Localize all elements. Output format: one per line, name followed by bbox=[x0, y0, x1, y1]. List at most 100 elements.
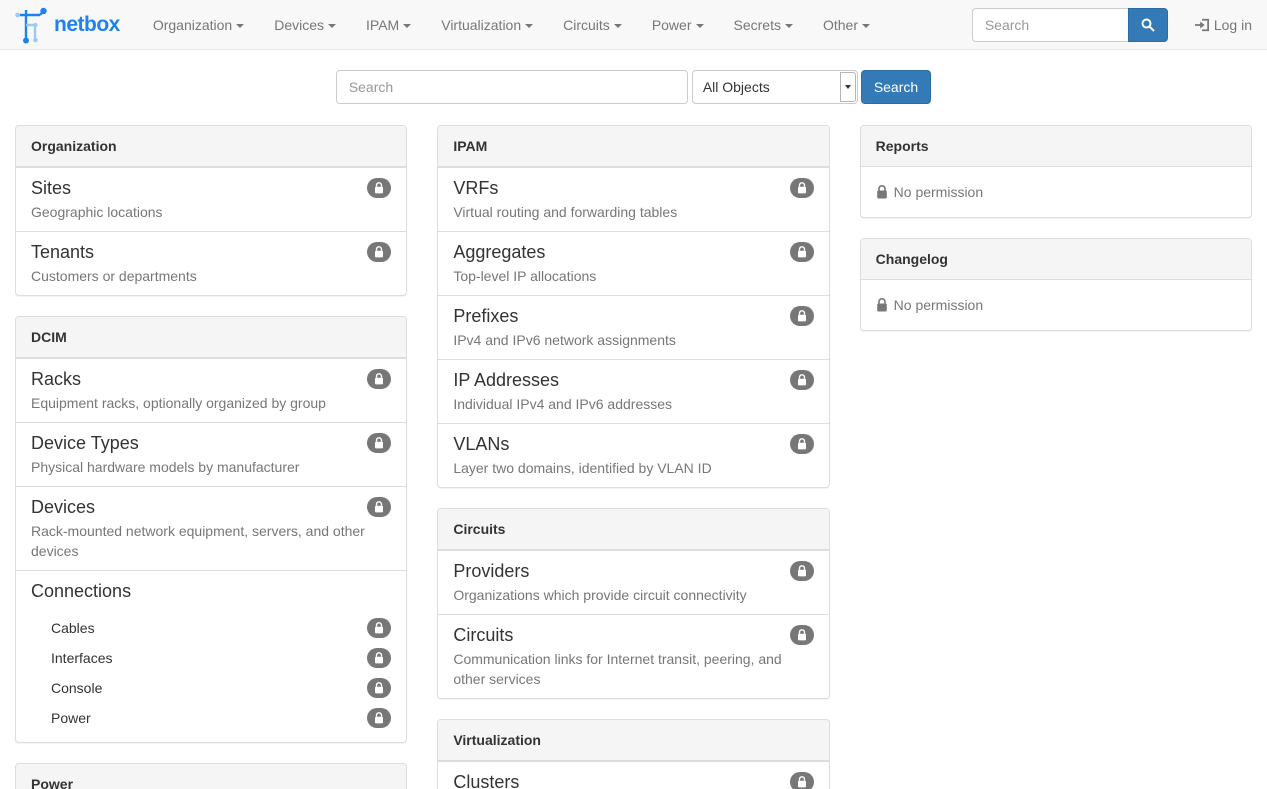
item-description: Equipment racks, optionally organized by… bbox=[31, 393, 391, 413]
column-right: Reports No permission ChangelogNo permissi… bbox=[845, 125, 1267, 789]
navbar-search-form bbox=[972, 8, 1168, 42]
item-title-tenants[interactable]: Tenants bbox=[31, 241, 94, 263]
dashboard-panels: OrganizationSitesGeographic locationsTen… bbox=[0, 125, 1267, 789]
nav-item-label: Devices bbox=[274, 17, 324, 33]
list-item-providers: ProvidersOrganizations which provide cir… bbox=[438, 550, 828, 614]
list-item-aggregates: AggregatesTop-level IP allocations bbox=[438, 231, 828, 295]
nav-item-organization[interactable]: Organization bbox=[138, 0, 259, 50]
nav-item-other[interactable]: Other bbox=[808, 0, 885, 50]
panel-changelog: ChangelogNo permission bbox=[860, 238, 1252, 331]
item-title-devices[interactable]: Devices bbox=[31, 496, 95, 518]
column-left: OrganizationSitesGeographic locationsTen… bbox=[0, 125, 422, 789]
no-permission-label: No permission bbox=[894, 182, 983, 202]
item-title-racks[interactable]: Racks bbox=[31, 368, 81, 390]
panel-circuits: CircuitsProvidersOrganizations which pro… bbox=[437, 508, 829, 699]
sign-in-icon bbox=[1195, 18, 1209, 32]
item-description: Individual IPv4 and IPv6 addresses bbox=[453, 394, 813, 414]
nav-item-power[interactable]: Power bbox=[637, 0, 719, 50]
nav-item-label: Secrets bbox=[734, 17, 781, 33]
item-title-prefixes[interactable]: Prefixes bbox=[453, 305, 518, 327]
object-type-select[interactable]: All Objects bbox=[692, 70, 858, 104]
caret-down-icon bbox=[328, 24, 336, 28]
caret-down-icon bbox=[862, 24, 870, 28]
list-item-circuits: CircuitsCommunication links for Internet… bbox=[438, 614, 828, 698]
list-item-device-types: Device Types Physical hardware models by … bbox=[16, 422, 406, 486]
lock-badge bbox=[367, 708, 391, 728]
navbar-search-input[interactable] bbox=[972, 8, 1128, 42]
sub-item-list: Cables Interfaces Console Power bbox=[31, 613, 391, 733]
item-title-providers[interactable]: Providers bbox=[453, 560, 529, 582]
object-type-selected-value: All Objects bbox=[703, 79, 770, 95]
item-description: IPv4 and IPv6 network assignments bbox=[453, 330, 813, 350]
lock-badge bbox=[367, 178, 391, 198]
nav-menu: Organization Devices IPAM Virtualization Cir… bbox=[138, 0, 885, 50]
list-item-tenants: Tenants Customers or departments bbox=[16, 231, 406, 295]
panel-organization: OrganizationSitesGeographic locationsTen… bbox=[15, 125, 407, 296]
nav-item-virtualization[interactable]: Virtualization bbox=[426, 0, 548, 50]
lock-badge bbox=[367, 497, 391, 517]
list-item-racks: Racks Equipment racks, optionally organiz… bbox=[16, 358, 406, 422]
sub-item-power: Power bbox=[31, 703, 391, 733]
panel-heading: Reports bbox=[861, 126, 1251, 167]
nav-item-devices[interactable]: Devices bbox=[259, 0, 351, 50]
lock-badge bbox=[367, 678, 391, 698]
item-title-device-types[interactable]: Device Types bbox=[31, 432, 139, 454]
list-item-connections: Connections Cables Interfaces Console Power bbox=[16, 570, 406, 742]
caret-down-icon bbox=[696, 24, 704, 28]
list-item-sites: SitesGeographic locations bbox=[16, 167, 406, 231]
caret-down-icon bbox=[845, 85, 851, 89]
item-title-aggregates[interactable]: Aggregates bbox=[453, 241, 545, 263]
sub-item-label[interactable]: Interfaces bbox=[51, 650, 112, 666]
global-search-input[interactable] bbox=[336, 70, 688, 104]
lock-badge bbox=[790, 434, 814, 454]
panel-ipam: IPAM VRFs Virtual routing and forwarding t… bbox=[437, 125, 829, 488]
lock-badge bbox=[790, 370, 814, 390]
nav-item-secrets[interactable]: Secrets bbox=[719, 0, 808, 50]
lock-badge bbox=[790, 772, 814, 789]
navbar-search-button[interactable] bbox=[1128, 8, 1168, 42]
item-title-clusters[interactable]: Clusters bbox=[453, 771, 519, 789]
list-item-prefixes: Prefixes IPv4 and IPv6 network assignment… bbox=[438, 295, 828, 359]
list-item-vlans: VLANs Layer two domains, identified by VL… bbox=[438, 423, 828, 487]
list-item-devices: DevicesRack-mounted network equipment, s… bbox=[16, 486, 406, 570]
lock-badge bbox=[790, 561, 814, 581]
netbox-brand[interactable]: netbox bbox=[15, 6, 120, 44]
login-link[interactable]: Log in bbox=[1180, 17, 1267, 33]
nav-item-ipam[interactable]: IPAM bbox=[351, 0, 426, 50]
lock-badge bbox=[790, 306, 814, 326]
netbox-logo-icon bbox=[15, 6, 49, 44]
item-title-vrfs[interactable]: VRFs bbox=[453, 177, 498, 199]
item-description: Layer two domains, identified by VLAN ID bbox=[453, 458, 813, 478]
item-title-sites[interactable]: Sites bbox=[31, 177, 71, 199]
nav-item-label: IPAM bbox=[366, 17, 399, 33]
sub-item-label[interactable]: Console bbox=[51, 680, 102, 696]
sub-item-interfaces: Interfaces bbox=[31, 643, 391, 673]
panel-heading: IPAM bbox=[438, 126, 828, 167]
item-title-ip-addresses[interactable]: IP Addresses bbox=[453, 369, 559, 391]
nav-item-label: Circuits bbox=[563, 17, 610, 33]
caret-down-icon bbox=[525, 24, 533, 28]
item-title-connections[interactable]: Connections bbox=[31, 580, 131, 602]
nav-item-circuits[interactable]: Circuits bbox=[548, 0, 637, 50]
lock-badge bbox=[790, 242, 814, 262]
nav-item-label: Power bbox=[652, 17, 692, 33]
sub-item-label[interactable]: Power bbox=[51, 710, 91, 726]
item-description: Customers or departments bbox=[31, 266, 391, 286]
item-description: Physical hardware models by manufacturer bbox=[31, 457, 391, 477]
item-title-vlans[interactable]: VLANs bbox=[453, 433, 509, 455]
panel-heading: Organization bbox=[16, 126, 406, 167]
lock-badge bbox=[367, 369, 391, 389]
list-item-ip-addresses: IP Addresses Individual IPv4 and IPv6 add… bbox=[438, 359, 828, 423]
item-description: Virtual routing and forwarding tables bbox=[453, 202, 813, 222]
sub-item-console: Console bbox=[31, 673, 391, 703]
panel-power: Power bbox=[15, 763, 407, 789]
sub-item-label[interactable]: Cables bbox=[51, 620, 95, 636]
global-search-button[interactable]: Search bbox=[861, 70, 931, 104]
lock-badge bbox=[790, 625, 814, 645]
nav-item-label: Other bbox=[823, 17, 858, 33]
caret-down-icon bbox=[614, 24, 622, 28]
brand-name: netbox bbox=[54, 13, 120, 37]
nav-item-label: Virtualization bbox=[441, 17, 521, 33]
item-title-circuits[interactable]: Circuits bbox=[453, 624, 513, 646]
panel-heading: Circuits bbox=[438, 509, 828, 550]
